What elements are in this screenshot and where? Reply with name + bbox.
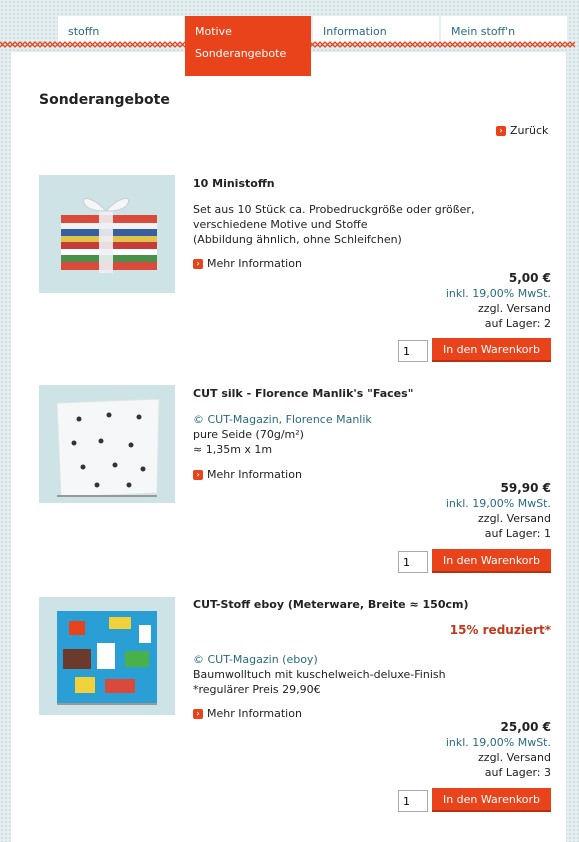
arrow-right-icon: › <box>193 708 203 719</box>
arrow-right-icon: › <box>193 258 203 269</box>
desc-line: Set aus 10 Stück ca. Probedruckgröße ode… <box>193 203 475 216</box>
stock-info: auf Lager: 3 <box>484 766 551 779</box>
product-name[interactable]: 10 Ministoffn <box>193 177 275 190</box>
tax-link[interactable]: inkl. 19,00% MwSt. <box>446 735 551 750</box>
more-info-label: Mehr Information <box>207 707 302 720</box>
price-block: 25,00 € inkl. 19,00% MwSt. zzgl. Versand… <box>446 720 551 780</box>
add-to-cart-button[interactable]: In den Warenkorb <box>432 788 551 812</box>
price: 25,00 € <box>500 720 551 734</box>
more-info-label: Mehr Information <box>207 257 302 270</box>
desc-line: (Abbildung ähnlich, ohne Schleifchen) <box>193 233 402 246</box>
credit-link[interactable]: © CUT-Magazin, Florence Manlik <box>193 412 372 427</box>
desc-line: ≈ 1,35m x 1m <box>193 443 273 456</box>
page-title: Sonderangebote <box>39 92 170 108</box>
price: 5,00 € <box>508 271 551 285</box>
stock-info: auf Lager: 2 <box>484 317 551 330</box>
discount-badge: 15% reduziert* <box>449 623 551 637</box>
shipping-info: zzgl. Versand <box>478 302 551 315</box>
product-image[interactable] <box>39 385 175 503</box>
more-info-label: Mehr Information <box>207 468 302 481</box>
tab-label: stoffn <box>68 25 100 38</box>
price: 59,90 € <box>500 481 551 495</box>
desc-line: verschiedene Motive und Stoffe <box>193 218 368 231</box>
tab-motive[interactable]: Motive Sonderangebote <box>185 16 311 76</box>
product-image[interactable] <box>39 175 175 293</box>
back-label: Zurück <box>510 124 549 137</box>
price-block: 59,90 € inkl. 19,00% MwSt. zzgl. Versand… <box>446 481 551 541</box>
product-description: Set aus 10 Stück ca. Probedruckgröße ode… <box>193 202 474 247</box>
tab-label: Information <box>323 25 387 38</box>
desc-line: Baumwolltuch mit kuschelweich-deluxe-Fin… <box>193 668 446 681</box>
quantity-input[interactable] <box>398 340 428 362</box>
more-info-link[interactable]: › Mehr Information <box>193 707 302 720</box>
arrow-right-icon: › <box>193 469 203 480</box>
product-name[interactable]: CUT silk - Florence Manlik's "Faces" <box>193 387 413 400</box>
shipping-info: zzgl. Versand <box>478 512 551 525</box>
product-description: © CUT-Magazin (eboy) Baumwolltuch mit ku… <box>193 652 446 697</box>
shipping-info: zzgl. Versand <box>478 751 551 764</box>
tab-label: Mein stoff'n <box>451 25 516 38</box>
credit-link[interactable]: © CUT-Magazin (eboy) <box>193 652 446 667</box>
add-to-cart-button[interactable]: In den Warenkorb <box>432 338 551 362</box>
back-link[interactable]: › Zurück <box>496 124 548 137</box>
more-info-link[interactable]: › Mehr Information <box>193 468 302 481</box>
product-description: © CUT-Magazin, Florence Manlik pure Seid… <box>193 412 372 457</box>
stock-info: auf Lager: 1 <box>484 527 551 540</box>
tax-link[interactable]: inkl. 19,00% MwSt. <box>446 496 551 511</box>
desc-line: pure Seide (70g/m²) <box>193 428 304 441</box>
tab-sub-sonderangebote[interactable]: Sonderangebote <box>195 47 311 60</box>
product-image[interactable] <box>39 597 175 715</box>
tab-label: Motive <box>195 25 232 38</box>
arrow-right-icon: › <box>496 125 506 136</box>
quantity-input[interactable] <box>398 790 428 812</box>
product-name[interactable]: CUT-Stoff eboy (Meterware, Breite ≈ 150c… <box>193 598 469 611</box>
tax-link[interactable]: inkl. 19,00% MwSt. <box>446 286 551 301</box>
add-to-cart-button[interactable]: In den Warenkorb <box>432 549 551 573</box>
more-info-link[interactable]: › Mehr Information <box>193 257 302 270</box>
price-block: 5,00 € inkl. 19,00% MwSt. zzgl. Versand … <box>446 271 551 331</box>
quantity-input[interactable] <box>398 551 428 573</box>
desc-line: *regulärer Preis 29,90€ <box>193 683 321 696</box>
